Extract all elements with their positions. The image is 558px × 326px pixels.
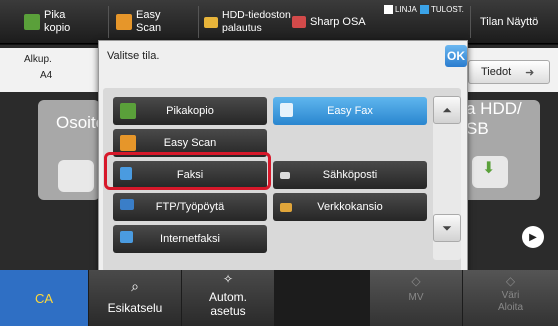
play-icon: ▶	[529, 231, 537, 243]
ca-label: CA	[34, 290, 54, 306]
hdd-restore-label: HDD-tiedoston palautus	[222, 9, 291, 34]
tilan-naytto-label: Tilan Näyttö	[480, 15, 539, 28]
scroll-top-button[interactable]: ⏶	[433, 96, 461, 124]
email-icon	[280, 172, 290, 179]
selection-highlight	[104, 152, 271, 190]
linja-label: LINJA	[395, 4, 417, 14]
ca-button[interactable]: CA	[0, 270, 88, 326]
divider	[108, 6, 109, 38]
mv-label: MV	[408, 292, 424, 303]
pika-kopio-shortcut[interactable]: Pika kopio	[24, 0, 104, 44]
diamond-icon: ◇	[505, 274, 516, 288]
double-chevron-up-icon: ⏶	[442, 102, 452, 117]
sharp-osa-label: Sharp OSA	[310, 15, 366, 28]
fax-icon	[280, 103, 293, 117]
pika-kopio-label: Pika kopio	[44, 9, 71, 34]
esikatselu-label: Esikatselu	[107, 301, 163, 315]
folder-icon	[204, 16, 218, 28]
preview-button[interactable]: ⌕ Esikatselu	[89, 270, 181, 326]
mode-button-ftp[interactable]: FTP/Työpöytä	[113, 193, 267, 221]
dialog-title: Valitse tila.	[107, 50, 160, 62]
internet-fax-icon	[120, 231, 133, 243]
scroll-bottom-button[interactable]: ⏷	[433, 214, 461, 242]
ok-button[interactable]: OK	[445, 45, 467, 67]
easy-scan-shortcut[interactable]: Easy Scan	[116, 0, 196, 44]
mode-button-internetfaksi[interactable]: Internetfaksi	[113, 225, 267, 253]
top-bar: Pika kopio Easy Scan HDD-tiedoston palau…	[0, 0, 558, 44]
tulost-label: TULOST.	[431, 4, 464, 14]
arrow-right-icon: ➜	[525, 66, 535, 79]
hdd-text[interactable]: a HDD/ SB	[466, 99, 522, 139]
quick-copy-icon	[24, 14, 40, 30]
status-linja: LINJA	[384, 2, 417, 16]
sharp-osa-shortcut[interactable]: Sharp OSA	[292, 0, 372, 44]
start-color-button[interactable]: ◇ Väri Aloita	[463, 270, 558, 326]
mode-button-pikakopio[interactable]: Pikakopio	[113, 97, 267, 125]
start-bw-button[interactable]: ◇ MV	[370, 270, 462, 326]
wand-icon: ✧	[222, 272, 234, 286]
diamond-icon: ◇	[411, 274, 421, 288]
next-page-button[interactable]: ▶	[522, 226, 544, 248]
hdd-restore-shortcut[interactable]: HDD-tiedoston palautus	[204, 0, 291, 44]
divider	[470, 6, 471, 38]
autom-label: Autom. asetus	[208, 290, 247, 318]
mode-label: Verkkokansio	[317, 201, 383, 213]
folder-icon	[280, 203, 292, 212]
print-status-icon	[420, 4, 429, 14]
arrow-down-icon: ⬇	[482, 160, 496, 177]
ftp-icon	[120, 199, 134, 210]
alkup-label: Alkup.	[24, 54, 52, 65]
magnifier-icon: ⌕	[131, 278, 139, 294]
mode-label: FTP/Työpöytä	[155, 201, 225, 213]
easy-scan-label: Easy Scan	[136, 9, 162, 34]
mode-button-sahkoposti[interactable]: Sähköposti	[273, 161, 427, 189]
mode-label: Sähköposti	[322, 169, 378, 181]
mode-button-easy-fax[interactable]: Easy Fax	[273, 97, 427, 125]
mode-label: Internetfaksi	[160, 233, 220, 245]
alkup-value: A4	[40, 70, 53, 81]
status-tulost: TULOST.	[420, 2, 464, 16]
double-chevron-down-icon: ⏷	[442, 220, 452, 235]
scan-icon	[116, 14, 132, 30]
mode-label: Pikakopio	[166, 105, 214, 117]
line-status-icon	[384, 4, 393, 14]
auto-set-button[interactable]: ✧ Autom. asetus	[182, 270, 274, 326]
mode-label: Easy Fax	[327, 105, 373, 117]
details-panel: Tiedot ➜	[460, 48, 558, 92]
osa-icon	[292, 16, 306, 28]
status-display-button[interactable]: Tilan Näyttö	[480, 0, 556, 44]
divider	[198, 6, 199, 38]
quick-copy-icon	[120, 103, 136, 119]
tiedot-button[interactable]: Tiedot ➜	[468, 60, 550, 84]
mode-label: Easy Scan	[163, 137, 217, 149]
hdd-icon[interactable]: ⬇	[472, 156, 508, 188]
address-book-icon[interactable]	[58, 160, 94, 192]
mode-button-verkkokansio[interactable]: Verkkokansio	[273, 193, 427, 221]
original-size-panel[interactable]: Alkup. A4	[0, 48, 98, 92]
scan-icon	[120, 135, 136, 151]
tiedot-label: Tiedot	[481, 66, 512, 78]
vari-label: Väri Aloita	[497, 290, 523, 313]
